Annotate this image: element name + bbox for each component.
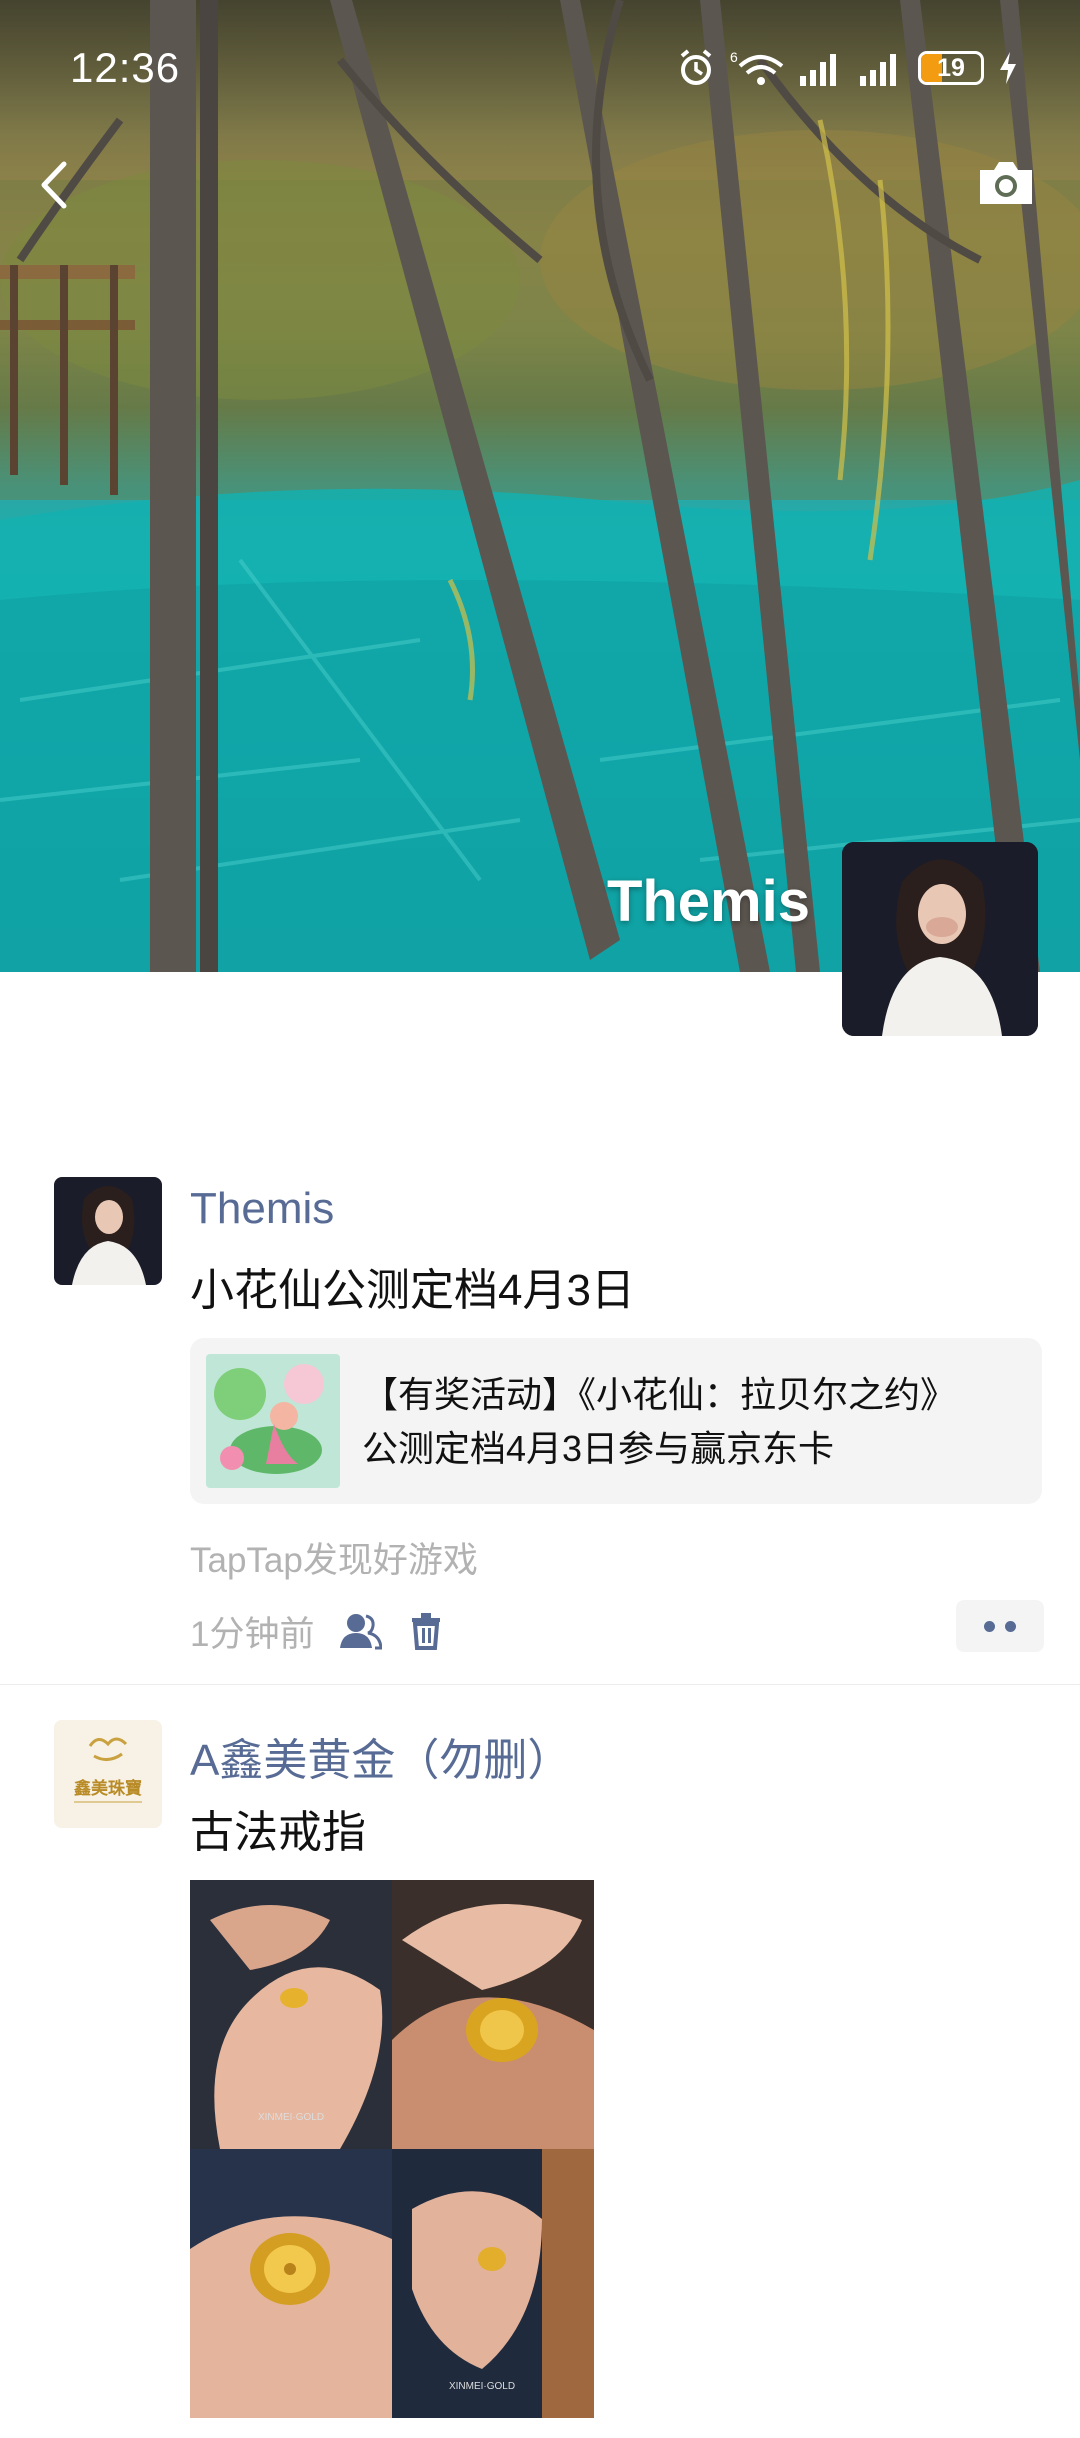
avatar-photo [842,842,1038,1036]
post-photo[interactable] [392,1880,594,2149]
cover-photo[interactable]: 12:36 6 19 Themis [0,0,1080,972]
signal-icon [860,54,896,86]
battery-level: 19 [937,53,965,82]
privacy-people-icon[interactable] [340,1612,383,1650]
photo-watermark: XINMEI·GOLD [258,2112,324,2123]
post-source[interactable]: TapTap发现好游戏 [190,1532,478,1583]
brand-logo: 鑫美珠寶 [54,1720,162,1828]
status-time: 12:36 [70,44,181,91]
battery-icon: 19 [918,51,984,85]
shared-link-card[interactable]: 【有奖活动】《小花仙：拉贝尔之约》 公测定档4月3日参与赢京东卡 [190,1338,1042,1504]
back-chevron-icon [41,161,67,209]
profile-name: Themis [606,869,810,934]
post-time: 1分钟前 [190,1614,315,1654]
wifi-icon: 6 [730,49,784,85]
thumbnail-art [206,1354,340,1488]
post-avatar[interactable] [54,1177,162,1285]
more-actions-button[interactable] [956,1600,1044,1652]
photo-watermark: XINMEI·GOLD [449,2381,515,2392]
charging-icon [1000,52,1016,84]
more-dot-icon [984,1620,995,1632]
post-author[interactable]: Themis [190,1184,334,1234]
cover-landscape [0,0,1080,972]
link-title-line2: 公测定档4月3日参与赢京东卡 [362,1428,835,1469]
post-author[interactable]: A鑫美黄金（勿删） [190,1724,571,1788]
link-title: 【有奖活动】《小花仙：拉贝尔之约》 公测定档4月3日参与赢京东卡 [362,1368,1022,1476]
post-text: 小花仙公测定档4月3日 [190,1266,635,1315]
back-button[interactable] [30,150,80,220]
post-photo[interactable] [190,2149,392,2418]
delete-icon[interactable] [408,1612,444,1650]
photo-grid: XINMEI·GOLD XINMEI·GOLD [190,1880,594,2418]
signal-icon [800,54,836,86]
post-photo[interactable]: XINMEI·GOLD [392,2149,594,2418]
post-avatar[interactable]: 鑫美珠寶 [54,1720,162,1828]
profile-avatar[interactable] [842,842,1038,1036]
camera-icon [980,162,1032,204]
ring-photo [190,2149,392,2418]
post-meta: 1分钟前 [190,1606,444,1656]
ring-photo: XINMEI·GOLD [190,1880,392,2149]
ring-photo: XINMEI·GOLD [392,2149,594,2418]
post-photo[interactable]: XINMEI·GOLD [190,1880,392,2149]
brand-logo-text: 鑫美珠寶 [73,1778,142,1799]
avatar-photo [54,1177,162,1285]
link-thumbnail [206,1354,340,1488]
status-bar: 12:36 6 19 [0,0,1080,130]
link-title-line1: 【有奖活动】《小花仙：拉贝尔之约》 [362,1374,957,1415]
alarm-icon [680,49,712,85]
camera-button[interactable] [976,158,1036,208]
status-icons: 6 19 [676,46,1018,90]
post-divider [0,1684,1080,1685]
ring-photo [392,1880,594,2149]
more-dot-icon [1005,1620,1016,1632]
network-type: 6 [730,49,738,65]
post-text: 古法戒指 [190,1808,366,1857]
